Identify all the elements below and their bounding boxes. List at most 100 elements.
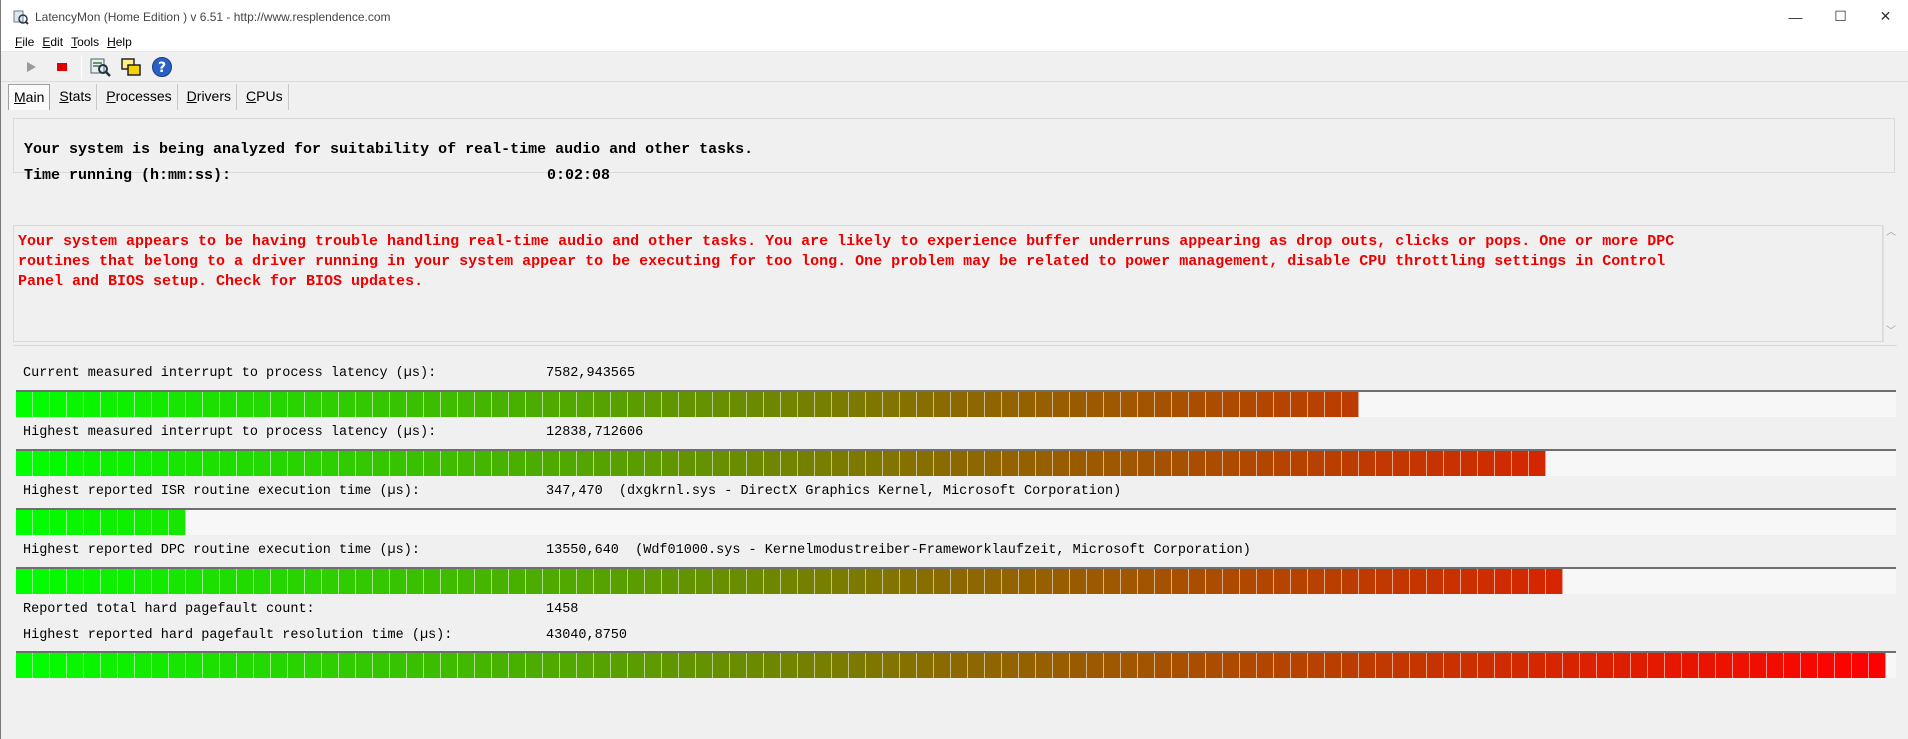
bar-segment <box>1121 653 1138 678</box>
menu-edit[interactable]: Edit <box>42 35 63 49</box>
bar-segment <box>1699 653 1716 678</box>
bar-segment <box>271 569 288 594</box>
menu-help[interactable]: Help <box>107 35 132 49</box>
bar-segment <box>1053 451 1070 476</box>
bar-segment <box>1019 653 1036 678</box>
bar-segment <box>1087 569 1104 594</box>
bar-segment <box>407 653 424 678</box>
bar-segment <box>1036 569 1053 594</box>
bar-segment <box>305 569 322 594</box>
bar-segment <box>849 653 866 678</box>
bar-segment <box>1308 569 1325 594</box>
bar-segment <box>764 451 781 476</box>
bar-segment <box>118 569 135 594</box>
bar-segment <box>458 392 475 417</box>
analyze-button[interactable] <box>88 55 112 79</box>
dpc-bar <box>16 567 1896 594</box>
close-button[interactable]: ✕ <box>1863 0 1908 33</box>
bar-segment <box>135 510 152 535</box>
bar-segment <box>1682 653 1699 678</box>
tab-cpus[interactable]: CPUs <box>241 84 289 110</box>
bar-segment <box>1750 653 1767 678</box>
menu-tools[interactable]: Tools <box>71 35 99 49</box>
bar-segment <box>1257 569 1274 594</box>
bar-segment <box>662 653 679 678</box>
tab-drivers[interactable]: Drivers <box>182 84 238 110</box>
start-monitor-button[interactable] <box>19 55 43 79</box>
bar-segment <box>866 392 883 417</box>
bar-segment <box>662 451 679 476</box>
bar-segment <box>713 653 730 678</box>
bar-segment <box>101 510 118 535</box>
bar-segment <box>1291 569 1308 594</box>
bar-segment <box>288 392 305 417</box>
bar-segment <box>84 653 101 678</box>
bar-segment <box>305 451 322 476</box>
bar-segment <box>1410 653 1427 678</box>
warning-scrollbar[interactable]: ︿ ﹀ <box>1883 225 1897 342</box>
scroll-up-icon[interactable]: ︿ <box>1886 228 1896 238</box>
bar-segment <box>441 569 458 594</box>
bar-segment <box>798 569 815 594</box>
bar-segment <box>1291 653 1308 678</box>
scroll-down-icon[interactable]: ﹀ <box>1886 327 1896 337</box>
bar-segment <box>1036 392 1053 417</box>
stop-monitor-button[interactable] <box>50 55 74 79</box>
bar-segment <box>1444 653 1461 678</box>
bar-segment <box>254 392 271 417</box>
warning-panel: Your system appears to be having trouble… <box>13 225 1883 342</box>
bar-segment <box>1461 653 1478 678</box>
bar-segment <box>594 569 611 594</box>
bar-segment <box>407 569 424 594</box>
bar-segment <box>1376 653 1393 678</box>
bar-segment <box>679 653 696 678</box>
bar-segment <box>747 569 764 594</box>
bar-segment <box>322 451 339 476</box>
bar-segment <box>339 392 356 417</box>
bar-segment <box>186 653 203 678</box>
bar-segment <box>220 392 237 417</box>
bar-segment <box>781 653 798 678</box>
tab-stats[interactable]: Stats <box>54 84 98 110</box>
bar-segment <box>441 392 458 417</box>
bar-segment <box>883 392 900 417</box>
bar-segment <box>1291 451 1308 476</box>
tab-processes[interactable]: Processes <box>101 84 178 110</box>
play-icon <box>27 61 36 72</box>
bar-segment <box>985 569 1002 594</box>
bar-segment <box>84 510 101 535</box>
bar-segment <box>577 451 594 476</box>
minimize-button[interactable]: — <box>1773 0 1818 33</box>
bar-segment <box>1104 392 1121 417</box>
bar-segment <box>611 451 628 476</box>
bar-segment <box>305 392 322 417</box>
bar-segment <box>1325 569 1342 594</box>
bar-segment <box>1019 569 1036 594</box>
metrics-panel: Current measured interrupt to process la… <box>13 345 1897 739</box>
title-bar[interactable]: LatencyMon (Home Edition ) v 6.51 - http… <box>1 0 1908 33</box>
bar-segment <box>67 451 84 476</box>
bar-segment <box>917 451 934 476</box>
bar-segment <box>747 653 764 678</box>
bar-segment <box>475 392 492 417</box>
help-button[interactable]: ? <box>150 55 174 79</box>
bar-segment <box>526 392 543 417</box>
highest-latency-bar <box>16 449 1896 476</box>
bar-segment <box>866 569 883 594</box>
latencymon-window: LatencyMon (Home Edition ) v 6.51 - http… <box>0 0 1908 739</box>
bar-segment <box>713 392 730 417</box>
bar-segment <box>33 451 50 476</box>
bar-segment <box>118 392 135 417</box>
bar-segment <box>1461 569 1478 594</box>
bar-segment <box>1359 653 1376 678</box>
bar-segment <box>1189 392 1206 417</box>
bar-segment <box>679 392 696 417</box>
menu-file[interactable]: File <box>15 35 34 49</box>
bar-segment <box>1036 653 1053 678</box>
tab-main[interactable]: Main <box>8 84 51 110</box>
windows-button[interactable] <box>119 55 143 79</box>
maximize-button[interactable]: ☐ <box>1818 0 1863 33</box>
bar-segment <box>645 569 662 594</box>
bar-segment <box>1546 569 1563 594</box>
bar-segment <box>1342 653 1359 678</box>
